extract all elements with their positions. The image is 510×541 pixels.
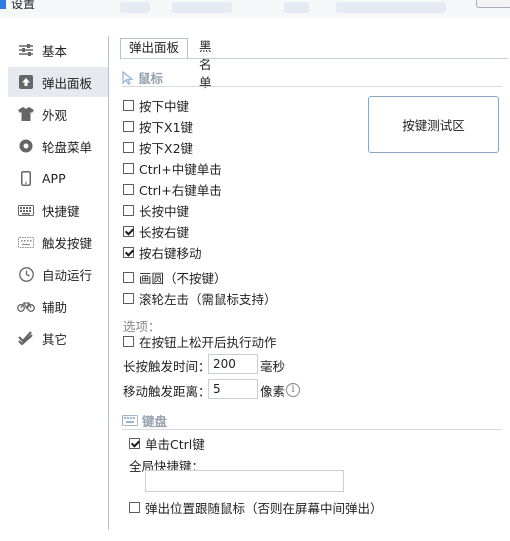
checkbox[interactable] <box>123 225 134 237</box>
blurred-region <box>284 2 309 13</box>
checkbox[interactable] <box>123 120 134 132</box>
option-execute-on-release[interactable]: 在按钮上松开后执行动作 <box>123 332 277 350</box>
sidebar-item-label: 弹出面板 <box>42 75 93 91</box>
checkbox[interactable] <box>123 141 134 153</box>
mouse-section-rule <box>122 86 502 87</box>
option-press-x2[interactable]: 按下X2键 <box>123 138 193 156</box>
sidebar-item-label: 自动运行 <box>42 267 93 283</box>
option-press-x1[interactable]: 按下X1键 <box>123 117 193 135</box>
sidebar-item-other[interactable]: 其它 <box>8 323 108 353</box>
checkbox[interactable] <box>123 271 134 283</box>
sidebar-item-autorun[interactable]: 自动运行 <box>8 259 108 289</box>
option-press-middle[interactable]: 按下中键 <box>123 96 189 114</box>
option-single-ctrl[interactable]: 单击Ctrl键 <box>129 434 205 452</box>
sidebar-item-popup-panel[interactable]: 弹出面板 <box>8 67 108 97</box>
mouse-section-header: 鼠标 <box>122 68 163 87</box>
sidebar-item-appearance[interactable]: 外观 <box>8 99 108 129</box>
keyboard-icon <box>122 415 138 426</box>
keyboard-section-title: 键盘 <box>142 414 168 429</box>
key-test-area[interactable]: 按键测试区 <box>368 96 499 153</box>
tab-blacklist[interactable]: 黑名单 <box>199 38 212 90</box>
phone-icon <box>17 169 35 187</box>
clock-icon <box>17 265 35 283</box>
bicycle-icon <box>17 297 35 315</box>
sidebar-item-app[interactable]: APP <box>8 163 108 193</box>
checkbox[interactable] <box>123 204 134 216</box>
keyboard-section-header: 键盘 <box>122 411 167 430</box>
sidebar-item-label: 外观 <box>42 107 68 123</box>
title-bar: 设置 <box>0 0 510 18</box>
option-wheel-left-click[interactable]: 滚轮左击（需鼠标支持） <box>123 289 277 307</box>
checkbox[interactable] <box>129 437 140 449</box>
option-draw-circle[interactable]: 画圆（不按键） <box>123 268 227 286</box>
sidebar-item-label: 基本 <box>42 43 68 59</box>
blurred-region <box>336 2 446 13</box>
move-distance-label: 移动触发距离： <box>123 384 211 399</box>
checkbox[interactable] <box>123 99 134 111</box>
sidebar-item-basic[interactable]: 基本 <box>8 35 108 65</box>
checkbox[interactable] <box>123 246 134 258</box>
checkbox[interactable] <box>129 501 140 513</box>
window-title: 设置 <box>11 0 36 11</box>
long-press-time-unit: 毫秒 <box>260 359 286 374</box>
keyboard-dotted-icon <box>17 233 35 251</box>
sliders-icon <box>17 41 35 59</box>
info-icon[interactable]: i <box>286 383 300 397</box>
option-long-press-right[interactable]: 长按右键 <box>123 222 189 240</box>
keyboard-section-rule <box>122 429 502 430</box>
sidebar-item-label: 辅助 <box>42 299 68 315</box>
checkbox[interactable] <box>123 292 134 304</box>
global-hotkey-input[interactable] <box>145 470 344 492</box>
checkbox[interactable] <box>123 183 134 195</box>
long-press-time-input[interactable] <box>208 354 258 374</box>
sidebar-divider <box>108 36 109 530</box>
sidebar-item-wheel-menu[interactable]: 轮盘菜单 <box>8 131 108 161</box>
option-right-drag[interactable]: 按右键移动 <box>123 243 202 261</box>
sidebar-item-label: 触发按键 <box>42 235 93 251</box>
sidebar-item-label: 其它 <box>42 331 68 347</box>
sidebar-item-label: APP <box>42 170 66 186</box>
sidebar-item-label: 轮盘菜单 <box>42 139 93 155</box>
dial-icon <box>17 137 35 155</box>
option-long-press-middle[interactable]: 长按中键 <box>123 201 189 219</box>
mouse-section-title: 鼠标 <box>138 71 164 86</box>
move-distance-input[interactable] <box>208 379 258 399</box>
tab-underline <box>120 58 508 59</box>
option-ctrl-right-click[interactable]: Ctrl+右键单击 <box>123 180 222 198</box>
long-press-time-label: 长按触发时间： <box>123 359 211 374</box>
sidebar-item-assist[interactable]: 辅助 <box>8 291 108 321</box>
sidebar-item-label: 快捷键 <box>42 203 80 219</box>
checkbox[interactable] <box>123 335 134 347</box>
blurred-region <box>172 2 232 13</box>
sidebar-item-trigger-keys[interactable]: 触发按键 <box>8 227 108 257</box>
sidebar-item-hotkeys[interactable]: 快捷键 <box>8 195 108 225</box>
tshirt-icon <box>17 105 35 123</box>
keyboard-icon <box>17 201 35 219</box>
window-close-button[interactable] <box>476 0 510 8</box>
checkbox[interactable] <box>123 162 134 174</box>
tab-popup-panel[interactable]: 弹出面板 <box>120 38 188 60</box>
upload-arrow-icon <box>17 73 35 91</box>
move-distance-unit: 像素 <box>260 384 286 399</box>
double-check-icon <box>17 329 35 347</box>
mouse-cursor-icon <box>122 70 134 85</box>
blurred-region <box>120 2 150 13</box>
option-ctrl-middle-click[interactable]: Ctrl+中键单击 <box>123 159 222 177</box>
option-follow-mouse[interactable]: 弹出位置跟随鼠标（否则在屏幕中间弹出） <box>129 498 383 516</box>
app-icon <box>0 0 6 9</box>
